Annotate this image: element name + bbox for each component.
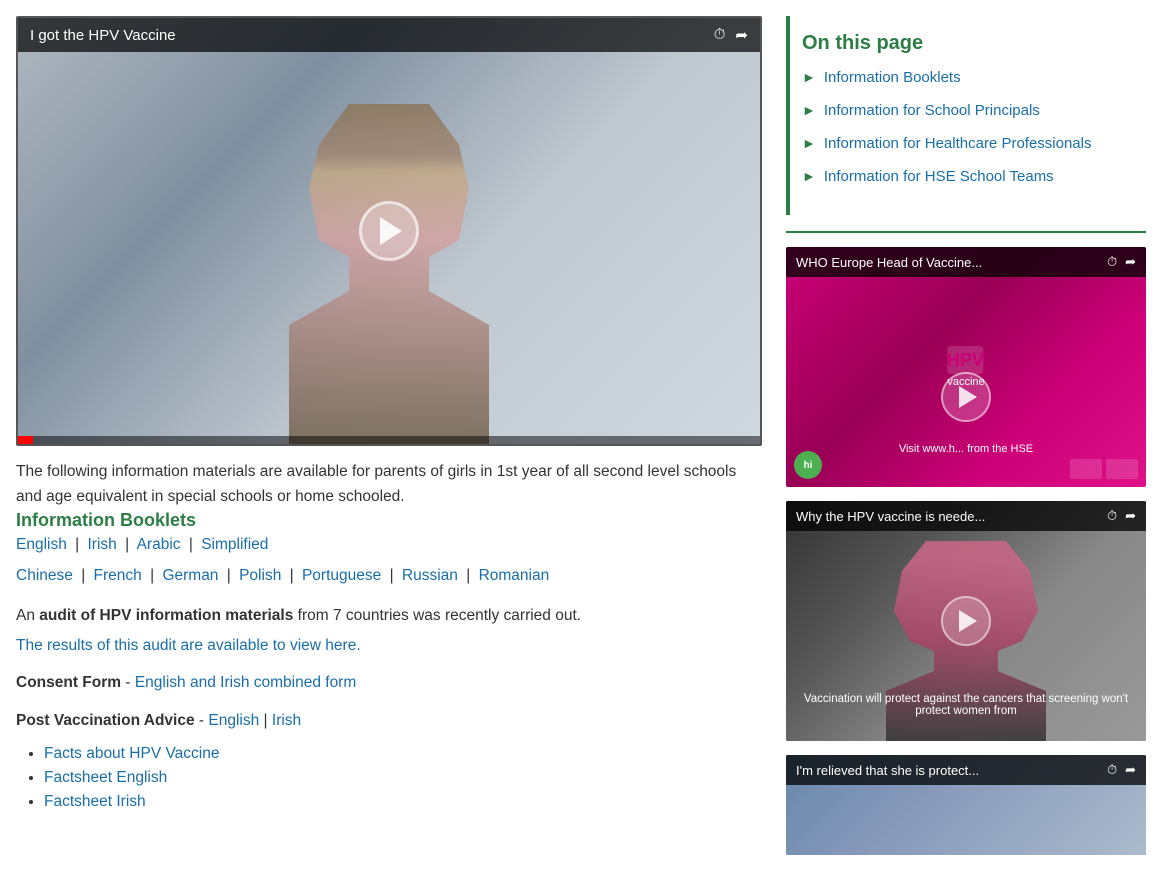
sidebar-video-2-play[interactable] [941,596,991,646]
play-icon [959,386,977,408]
factsheet-irish-link[interactable]: Factsheet Irish [44,793,146,810]
audit-pre-text: An [16,607,35,624]
lang-link-chinese[interactable]: Chinese [16,567,73,584]
chevron-icon: ► [802,69,816,85]
sv1-logo-box-1 [1070,459,1102,479]
chevron-icon: ► [802,168,816,184]
audit-results-link[interactable]: The results of this audit are available … [16,637,762,655]
main-video-title: I got the HPV Vaccine [30,27,176,44]
main-play-button[interactable] [359,201,419,261]
sidebar-video-3-titlebar: I'm relieved that she is protect... ⏱ ➦ [786,755,1146,785]
facts-hpv-link[interactable]: Facts about HPV Vaccine [44,745,219,762]
sv3-clock-icon: ⏱ [1107,762,1117,778]
post-vacc-english-link[interactable]: English [208,712,259,729]
main-content: I got the HPV Vaccine ⏱ ➦ The following … [16,16,762,869]
post-vacc-label: Post Vaccination Advice [16,712,195,729]
main-video[interactable]: I got the HPV Vaccine ⏱ ➦ [16,16,762,446]
sidebar: On this page ► Information Booklets ► In… [786,16,1146,869]
lang-link-arabic[interactable]: Arabic [137,536,181,553]
sv-icons-2: ⏱ ➦ [1107,508,1136,524]
sidebar-video-1-bg: HPV vaccine Visit www.h... from the HSE … [786,247,1146,487]
sv-icons-3: ⏱ ➦ [1107,762,1136,778]
video-progress-bar [18,436,760,444]
sidebar-link-hse-teams[interactable]: Information for HSE School Teams [824,166,1054,187]
sidebar-video-1[interactable]: WHO Europe Head of Vaccine... ⏱ ➦ HPV va… [786,247,1146,487]
sidebar-divider [786,231,1146,233]
on-this-page-list: ► Information Booklets ► Information for… [802,67,1134,187]
lang-links-row1: English | Irish | Arabic | Simplified [16,531,762,559]
lang-link-polish[interactable]: Polish [239,567,281,584]
consent-form-link[interactable]: English and Irish combined form [135,674,356,691]
chevron-icon: ► [802,135,816,151]
information-booklets-heading[interactable]: Information Booklets [16,510,196,530]
video-progress-fill [18,436,33,444]
sidebar-video-2-title: Why the HPV vaccine is neede... [796,509,985,524]
bullet-list: Facts about HPV Vaccine Factsheet Englis… [16,745,762,811]
share-icon: ➦ [735,26,748,44]
lang-link-german[interactable]: German [162,567,218,584]
lang-links-row2: Chinese | French | German | Polish | Por… [16,562,762,590]
on-this-page-title: On this page [802,32,1134,55]
post-vaccination-line: Post Vaccination Advice - English | Iris… [16,707,762,735]
lang-link-simplified[interactable]: Simplified [201,536,268,553]
main-video-icons: ⏱ ➦ [714,26,748,44]
sidebar-video-2-titlebar: Why the HPV vaccine is neede... ⏱ ➦ [786,501,1146,531]
consent-form-label: Consent Form [16,674,121,691]
sidebar-item-healthcare[interactable]: ► Information for Healthcare Professiona… [802,133,1134,154]
sidebar-video-2-bg: Vaccination will protect against the can… [786,501,1146,741]
sidebar-link-school-principals[interactable]: Information for School Principals [824,100,1040,121]
lang-link-french[interactable]: French [94,567,142,584]
on-this-page-box: On this page ► Information Booklets ► In… [786,16,1146,215]
sidebar-link-healthcare[interactable]: Information for Healthcare Professionals [824,133,1092,154]
sidebar-link-info-booklets[interactable]: Information Booklets [824,67,961,88]
sv1-hi-logo: hi [794,451,822,479]
sv2-share-icon: ➦ [1125,508,1136,524]
sidebar-item-school-principals[interactable]: ► Information for School Principals [802,100,1134,121]
sv1-visit-text: Visit www.h... from the HSE [899,443,1033,455]
play-icon [959,610,977,632]
lang-link-english[interactable]: English [16,536,67,553]
sidebar-video-1-title: WHO Europe Head of Vaccine... [796,255,982,270]
sidebar-item-info-booklets[interactable]: ► Information Booklets [802,67,1134,88]
sidebar-video-1-play[interactable] [941,372,991,422]
lang-link-portuguese[interactable]: Portuguese [302,567,381,584]
sv2-clock-icon: ⏱ [1107,508,1117,524]
list-item: Factsheet Irish [44,793,762,811]
play-triangle-icon [380,217,402,245]
description-text: The following information materials are … [16,460,762,510]
chevron-icon: ► [802,102,816,118]
audit-post-text: from 7 countries was recently carried ou… [298,607,581,624]
sidebar-item-hse-teams[interactable]: ► Information for HSE School Teams [802,166,1134,187]
main-video-bg [18,18,760,444]
sv1-logo-box-2 [1106,459,1138,479]
sidebar-video-2[interactable]: Why the HPV vaccine is neede... ⏱ ➦ Vacc… [786,501,1146,741]
sidebar-video-3-title: I'm relieved that she is protect... [796,763,979,778]
person-figure [289,104,489,444]
sv1-logos [1070,459,1138,479]
sv3-share-icon: ➦ [1125,762,1136,778]
audit-paragraph: An audit of HPV information materials fr… [16,604,762,629]
sidebar-video-3[interactable]: I'm relieved that she is protect... ⏱ ➦ [786,755,1146,855]
list-item: Facts about HPV Vaccine [44,745,762,763]
audit-bold-text: audit of HPV information materials [39,607,293,624]
lang-link-russian[interactable]: Russian [402,567,458,584]
sidebar-video-1-titlebar: WHO Europe Head of Vaccine... ⏱ ➦ [786,247,1146,277]
main-video-titlebar: I got the HPV Vaccine ⏱ ➦ [18,18,760,52]
consent-form-line: Consent Form - English and Irish combine… [16,669,762,697]
list-item: Factsheet English [44,769,762,787]
lang-link-romanian[interactable]: Romanian [479,567,550,584]
sv-share-icon: ➦ [1125,254,1136,270]
sv-icons: ⏱ ➦ [1107,254,1136,270]
factsheet-english-link[interactable]: Factsheet English [44,769,167,786]
lang-link-irish[interactable]: Irish [88,536,117,553]
clock-icon: ⏱ [714,26,726,44]
post-vacc-irish-link[interactable]: Irish [272,712,301,729]
sv2-bottom-text: Vaccination will protect against the can… [786,693,1146,717]
sv-clock-icon: ⏱ [1107,254,1117,270]
